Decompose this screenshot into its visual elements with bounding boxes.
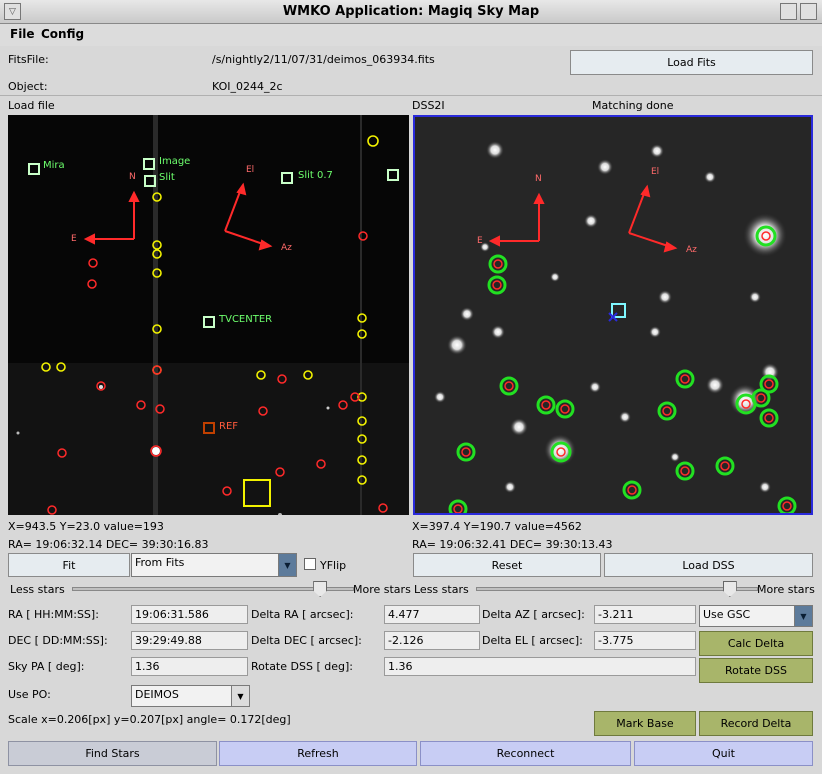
chevron-down-icon: ▼ bbox=[794, 606, 812, 626]
use-po-value: DEIMOS bbox=[135, 688, 179, 701]
menu-config[interactable]: Config bbox=[41, 27, 84, 41]
catalog-select[interactable]: Use GSC ▼ bbox=[699, 605, 813, 627]
delta-az-field[interactable]: -3.211 bbox=[594, 605, 696, 624]
label-e: E bbox=[71, 234, 77, 244]
fitsfile-label: FitsFile: bbox=[8, 53, 49, 66]
delta-dec-label: Delta DEC [ arcsec]: bbox=[251, 634, 362, 647]
delta-ra-label: Delta RA [ arcsec]: bbox=[251, 608, 354, 621]
mark-base-button[interactable]: Mark Base bbox=[594, 711, 696, 736]
star bbox=[16, 431, 20, 435]
fits-image-panel[interactable]: Mira Image Slit Slit 0.7 TVCENTER REF N … bbox=[8, 115, 409, 515]
left-panel-title: Load file bbox=[8, 99, 55, 112]
dss-label-e: E bbox=[477, 236, 483, 246]
label-slit07: Slit 0.7 bbox=[298, 170, 333, 181]
label-mira: Mira bbox=[43, 160, 65, 171]
fits-image: Mira Image Slit Slit 0.7 TVCENTER REF N … bbox=[8, 115, 409, 515]
right-slider-thumb[interactable] bbox=[722, 581, 737, 597]
left-less-stars: Less stars bbox=[10, 583, 65, 596]
right-less-stars: Less stars bbox=[414, 583, 469, 596]
title-bar: ▽ WMKO Application: Magiq Sky Map bbox=[0, 0, 822, 24]
chevron-down-icon: ▼ bbox=[231, 686, 249, 706]
sky-pa-field[interactable]: 1.36 bbox=[131, 657, 248, 676]
left-star-slider[interactable] bbox=[72, 587, 354, 591]
object-label: Object: bbox=[8, 80, 48, 93]
right-panel-title: DSS2I bbox=[412, 99, 445, 112]
dss-label-n: N bbox=[535, 174, 542, 184]
maximize-icon[interactable] bbox=[800, 3, 817, 20]
load-fits-button[interactable]: Load Fits bbox=[570, 50, 813, 75]
fits-image-lower bbox=[8, 363, 409, 515]
rotate-dss-button[interactable]: Rotate DSS bbox=[699, 658, 813, 683]
dss-label-el: El bbox=[651, 167, 659, 177]
yflip-checkbox[interactable] bbox=[304, 558, 316, 570]
star bbox=[99, 385, 103, 389]
label-el: El bbox=[246, 165, 254, 175]
rotate-dss-field[interactable]: 1.36 bbox=[384, 657, 696, 676]
ra-field[interactable]: 19:06:31.586 bbox=[131, 605, 248, 624]
delta-az-label: Delta AZ [ arcsec]: bbox=[482, 608, 585, 621]
dss-label-az: Az bbox=[686, 245, 697, 255]
sky-pa-label: Sky PA [ deg]: bbox=[8, 660, 85, 673]
right-more-stars: More stars bbox=[757, 583, 815, 596]
source-select-value: From Fits bbox=[135, 556, 185, 569]
dec-label: DEC [ DD:MM:SS]: bbox=[8, 634, 108, 647]
dss-image-panel[interactable]: N E El Az bbox=[413, 115, 813, 515]
right-cursor-xy: X=397.4 Y=190.7 value=4562 bbox=[412, 520, 582, 533]
star bbox=[326, 406, 330, 410]
label-n: N bbox=[129, 172, 136, 182]
ra-label: RA [ HH:MM:SS]: bbox=[8, 608, 99, 621]
label-az: Az bbox=[281, 243, 292, 253]
use-po-select[interactable]: DEIMOS ▼ bbox=[131, 685, 250, 707]
left-cursor-xy: X=943.5 Y=23.0 value=193 bbox=[8, 520, 164, 533]
fit-button[interactable]: Fit bbox=[8, 553, 130, 577]
scale-text: Scale x=0.206[px] y=0.207[px] angle= 0.1… bbox=[8, 713, 291, 726]
find-stars-button[interactable]: Find Stars bbox=[8, 741, 217, 766]
label-ref: REF bbox=[219, 421, 238, 432]
left-more-stars: More stars bbox=[353, 583, 411, 596]
right-cursor-radec: RA= 19:06:32.41 DEC= 39:30:13.43 bbox=[412, 538, 613, 551]
catalog-select-value: Use GSC bbox=[703, 608, 751, 621]
delta-el-label: Delta EL [ arcsec]: bbox=[482, 634, 583, 647]
menu-bar: File Config bbox=[0, 24, 822, 46]
delta-el-field[interactable]: -3.775 bbox=[594, 631, 696, 650]
label-slit: Slit bbox=[159, 172, 175, 183]
record-delta-button[interactable]: Record Delta bbox=[699, 711, 813, 736]
fits-image-upper bbox=[8, 115, 409, 363]
fitsfile-value: /s/nightly2/11/07/31/deimos_063934.fits bbox=[212, 53, 435, 66]
quit-button[interactable]: Quit bbox=[634, 741, 813, 766]
header-divider bbox=[0, 95, 822, 96]
yflip-label: YFlip bbox=[320, 559, 347, 572]
load-dss-button[interactable]: Load DSS bbox=[604, 553, 813, 577]
reconnect-button[interactable]: Reconnect bbox=[420, 741, 631, 766]
delta-dec-field[interactable]: -2.126 bbox=[384, 631, 480, 650]
dec-field[interactable]: 39:29:49.88 bbox=[131, 631, 248, 650]
right-star-slider[interactable] bbox=[476, 587, 758, 591]
refresh-button[interactable]: Refresh bbox=[219, 741, 417, 766]
window-title: WMKO Application: Magiq Sky Map bbox=[282, 4, 540, 19]
object-value: KOI_0244_2c bbox=[212, 80, 283, 93]
left-cursor-radec: RA= 19:06:32.14 DEC= 39:30:16.83 bbox=[8, 538, 209, 551]
reset-button[interactable]: Reset bbox=[413, 553, 601, 577]
use-po-label: Use PO: bbox=[8, 688, 51, 701]
matching-status: Matching done bbox=[592, 99, 674, 112]
label-image: Image bbox=[159, 156, 190, 167]
dss-image: N E El Az bbox=[415, 117, 811, 513]
calc-delta-button[interactable]: Calc Delta bbox=[699, 631, 813, 656]
minimize-icon[interactable] bbox=[780, 3, 797, 20]
chevron-down-icon: ▼ bbox=[278, 554, 296, 576]
rotate-dss-label: Rotate DSS [ deg]: bbox=[251, 660, 353, 673]
menu-file[interactable]: File bbox=[10, 27, 35, 41]
label-tvcenter: TVCENTER bbox=[218, 314, 272, 325]
source-select[interactable]: From Fits ▼ bbox=[131, 553, 297, 577]
bright-star bbox=[152, 447, 160, 455]
delta-ra-field[interactable]: 4.477 bbox=[384, 605, 480, 624]
left-slider-thumb[interactable] bbox=[313, 581, 328, 597]
